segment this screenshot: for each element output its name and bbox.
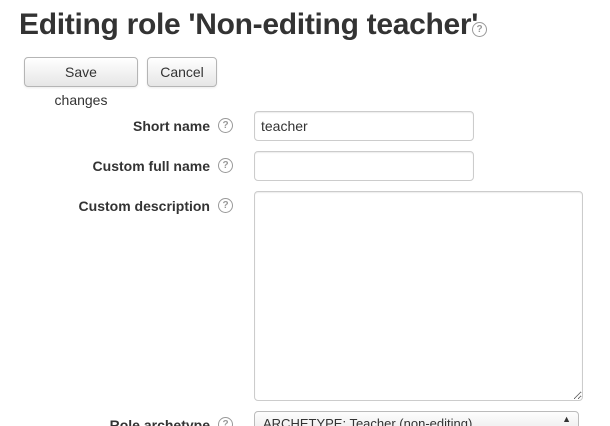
- role-archetype-selected-value: ARCHETYPE: Teacher (non-editing): [263, 416, 473, 426]
- save-changes-button[interactable]: Save changes: [24, 57, 138, 108]
- page-title: Editing role 'Non-editing teacher': [19, 8, 479, 41]
- edit-role-page: Editing role 'Non-editing teacher' ? Sav…: [0, 0, 610, 426]
- short-name-help-icon[interactable]: ?: [218, 118, 233, 133]
- role-archetype-label: Role archetype: [109, 417, 210, 426]
- help-icon[interactable]: ?: [472, 22, 487, 37]
- custom-description-help-icon[interactable]: ?: [218, 198, 233, 213]
- cancel-button[interactable]: Cancel: [147, 57, 217, 87]
- custom-full-name-help-icon[interactable]: ?: [218, 158, 233, 173]
- role-archetype-select[interactable]: ARCHETYPE: Teacher (non-editing) ▲: [254, 411, 579, 426]
- short-name-label: Short name: [132, 118, 210, 134]
- short-name-input[interactable]: [254, 111, 474, 141]
- custom-description-textarea[interactable]: [254, 191, 583, 401]
- custom-description-label: Custom description: [78, 198, 210, 214]
- role-archetype-help-icon[interactable]: ?: [218, 417, 233, 426]
- select-arrows-icon: ▲: [562, 414, 571, 424]
- custom-full-name-input[interactable]: [254, 151, 474, 181]
- custom-full-name-label: Custom full name: [92, 158, 210, 174]
